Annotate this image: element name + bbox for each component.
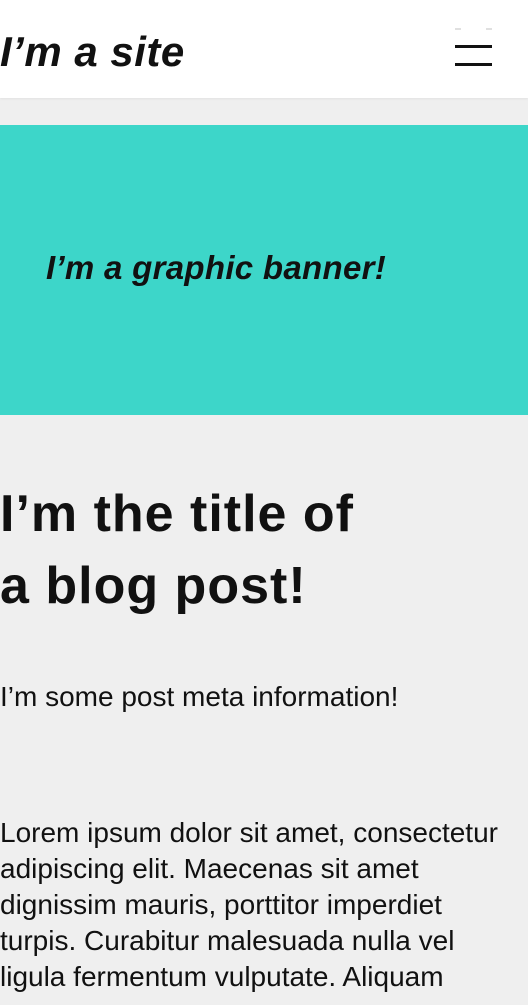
hamburger-menu-icon[interactable] [448,28,498,72]
menu-icon-hint [455,28,492,30]
post-body-line: Lorem ipsum dolor sit amet, consectetur [0,817,498,848]
post-title-line: a blog post! [0,557,307,615]
post-body: Lorem ipsum dolor sit amet, consectetur … [0,815,528,995]
post-meta: I’m some post meta information! [0,681,399,712]
post-title-line: I’m the title of [0,485,354,543]
site-header: I’m a site [0,0,528,98]
menu-icon-bar-bottom [455,63,492,66]
post-body-line: dignissim mauris, porttitor imperdiet [0,889,442,920]
post-body-line: adipiscing elit. Maecenas sit amet [0,853,419,884]
menu-icon-bar-top [455,45,492,48]
banner-text: I’m a graphic banner! [46,249,387,286]
post-body-line: turpis. Curabitur malesuada nulla vel [0,925,455,956]
site-title[interactable]: I’m a site [0,26,185,78]
post-title: I’m the title of a blog post! [0,478,520,622]
post-body-line: ligula fermentum vulputate. Aliquam [0,961,444,992]
